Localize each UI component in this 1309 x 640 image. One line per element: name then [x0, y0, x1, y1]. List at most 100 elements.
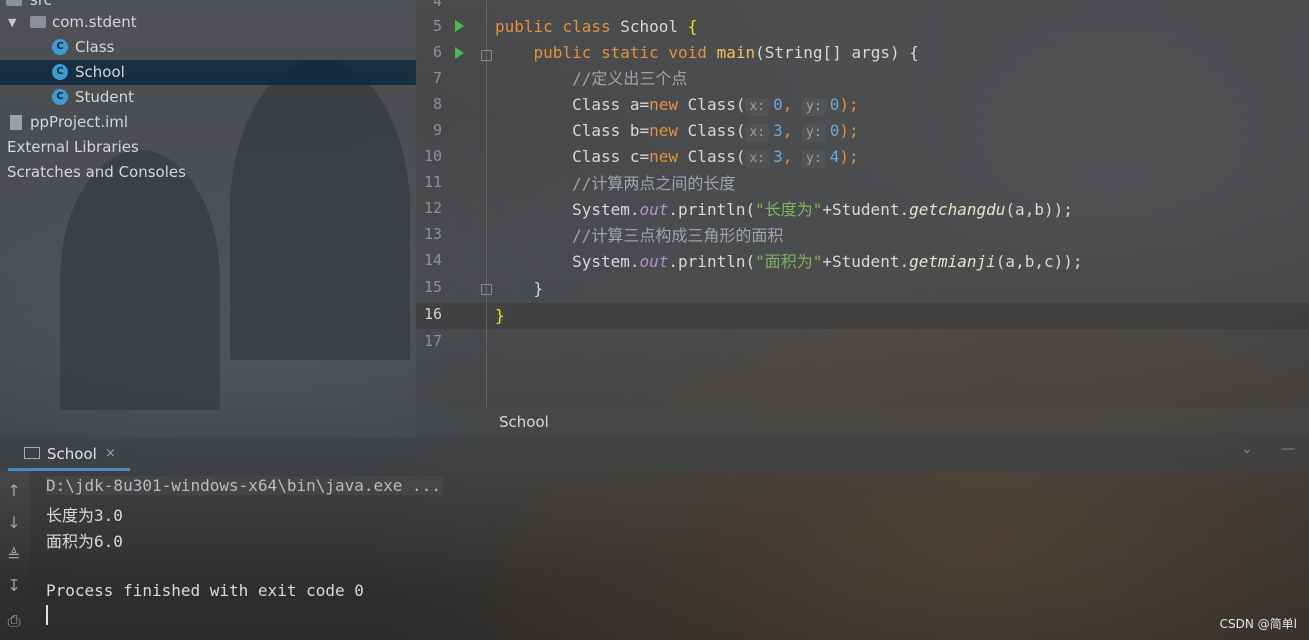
line-number: 11 [423, 173, 442, 191]
code-text: ); [839, 147, 859, 166]
code-text: Class( [687, 147, 746, 166]
string-literal: "长度为" [755, 200, 823, 219]
java-class-icon: C [52, 39, 68, 55]
tree-item-label: com.stdent [52, 13, 137, 31]
brace: { [687, 17, 698, 36]
run-panel-header: School × ⌄ — [0, 437, 1309, 471]
current-line-highlight [416, 303, 1309, 329]
run-class-icon[interactable] [455, 20, 464, 32]
line-number: 7 [432, 69, 442, 87]
param-hint: x: [745, 124, 770, 142]
tree-item-com-stdent[interactable]: ▼ com.stdent [0, 10, 416, 35]
method-name: main [716, 43, 756, 62]
tree-item-label: ppProject.iml [30, 113, 129, 131]
breadcrumb[interactable]: School [499, 413, 549, 431]
code-text: +Student. [822, 252, 910, 271]
code-text: System. [572, 200, 640, 219]
code-line-10[interactable]: Class c=new Class(x: 3, y: 4); [495, 144, 859, 170]
number: 0 [829, 95, 840, 114]
settings-gear-icon[interactable]: ⌄ [1241, 441, 1253, 457]
print-icon[interactable]: ⎙ [4, 611, 24, 631]
keyword: void [668, 43, 707, 62]
code-line-8[interactable]: Class a=new Class(x: 0, y: 0); [495, 92, 859, 118]
param-hint: y: [802, 150, 826, 168]
code-line-5[interactable]: public class School { [495, 14, 698, 40]
line-number: 10 [423, 147, 442, 165]
static-method: getchangdu [909, 200, 1006, 219]
text-caret [46, 605, 48, 625]
code-text: Class( [687, 121, 746, 140]
keyword: class [562, 17, 611, 36]
keyword: new [649, 147, 679, 166]
close-icon[interactable]: × [105, 446, 116, 461]
class-name: School [620, 17, 679, 36]
code-text: (String[] args) { [755, 43, 919, 62]
line-number: 4 [432, 0, 442, 10]
watermark: CSDN @简单l [1219, 617, 1297, 631]
param-hint: y: [802, 124, 826, 142]
param-hint: x: [745, 98, 770, 116]
folder-icon [6, 0, 22, 6]
console-output[interactable] [30, 471, 1309, 640]
line-number-current: 16 [423, 305, 442, 323]
console-exit-line: Process finished with exit code 0 [46, 581, 364, 600]
keyword: public [533, 43, 592, 62]
line-number: 13 [423, 225, 442, 243]
code-text: .println( [668, 200, 756, 219]
console-command-line: D:\jdk-8u301-windows-x64\bin\java.exe ..… [46, 476, 443, 495]
tree-item-class[interactable]: C Class [0, 35, 416, 60]
run-main-icon[interactable] [455, 47, 464, 59]
code-line-6[interactable]: public static void main(String[] args) { [495, 40, 919, 66]
code-line-14[interactable]: System.out.println("面积为"+Student.getmian… [495, 249, 1083, 275]
code-line-12[interactable]: System.out.println("长度为"+Student.getchan… [495, 197, 1073, 223]
arrow-down-icon[interactable]: ↓ [4, 513, 24, 533]
comment: //计算三点构成三角形的面积 [572, 226, 784, 245]
code-text: Class a= [572, 95, 650, 114]
code-text: System. [572, 252, 640, 271]
code-line-15[interactable]: } [495, 276, 544, 302]
code-line-9[interactable]: Class b=new Class(x: 3, y: 0); [495, 118, 859, 144]
code-line-7[interactable]: //定义出三个点 [495, 66, 687, 92]
line-number: 15 [423, 278, 442, 296]
tree-item-external-libraries[interactable]: External Libraries [0, 135, 416, 160]
java-class-icon: C [52, 89, 68, 105]
code-text: (a,b,c)); [995, 252, 1083, 271]
code-text: ); [839, 121, 859, 140]
hide-panel-icon[interactable]: — [1281, 441, 1295, 457]
keyword: new [649, 121, 679, 140]
chevron-down-icon[interactable]: ▼ [8, 10, 16, 35]
code-text: +Student. [822, 200, 910, 219]
code-text: Class( [687, 95, 746, 114]
arrow-up-icon[interactable]: ↑ [4, 481, 24, 501]
keyword: static [600, 43, 659, 62]
fold-icon[interactable] [481, 284, 492, 295]
breadcrumb-bar: School [416, 407, 1309, 437]
java-class-icon: C [52, 64, 68, 80]
console-output-line: 长度为3.0 [46, 506, 123, 525]
line-number: 5 [432, 17, 442, 35]
tree-item-ppproject-iml[interactable]: ppProject.iml [0, 110, 416, 135]
soft-wrap-icon[interactable]: ≜ [4, 546, 24, 566]
tree-item-student[interactable]: C Student [0, 85, 416, 110]
line-number: 8 [432, 95, 442, 113]
param-hint: x: [745, 150, 770, 168]
tab-run-school[interactable]: School × [8, 437, 130, 471]
code-line-16[interactable]: } [495, 303, 505, 329]
console-output-line: 面积为6.0 [46, 532, 123, 551]
fold-icon[interactable] [481, 50, 492, 61]
keyword: new [649, 95, 679, 114]
tree-item-scratches[interactable]: Scratches and Consoles [0, 160, 416, 185]
number: 4 [829, 147, 840, 166]
string-literal: "面积为" [755, 252, 823, 271]
keyword: public [495, 17, 553, 36]
code-line-13[interactable]: //计算三点构成三角形的面积 [495, 223, 783, 249]
project-tree: src ▼ com.stdent C Class C School C Stud… [0, 0, 416, 437]
scroll-to-end-icon[interactable]: ↧ [4, 576, 24, 596]
tree-item-school[interactable]: C School [0, 60, 416, 85]
code-line-11[interactable]: //计算两点之间的长度 [495, 171, 735, 197]
tree-item-label: Class [75, 38, 115, 56]
line-number: 17 [423, 332, 442, 350]
line-number: 6 [432, 43, 442, 61]
comment: //计算两点之间的长度 [572, 174, 736, 193]
number: 3 [773, 121, 783, 140]
